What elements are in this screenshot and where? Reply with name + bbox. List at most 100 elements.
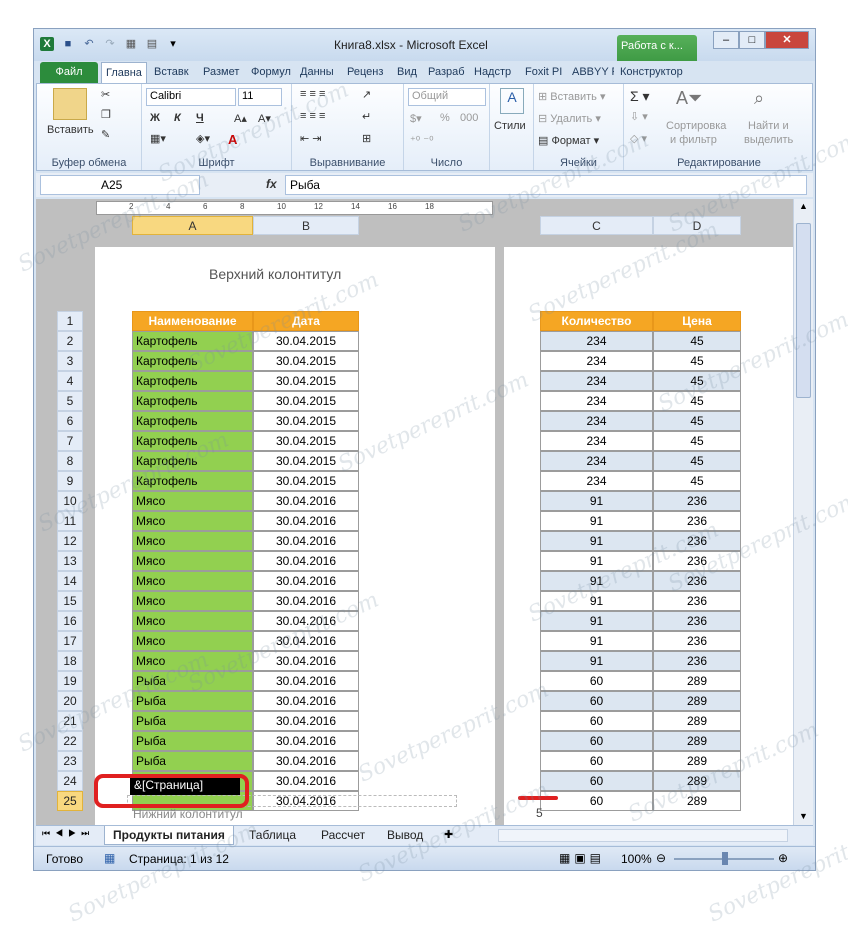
zoom-out-icon[interactable]: ⊖ (656, 851, 666, 865)
horizontal-scrollbar[interactable] (498, 829, 788, 842)
decimal-icon[interactable]: ⁺⁰ ⁻⁰ (410, 134, 434, 147)
table-cell[interactable]: Картофель (132, 351, 253, 371)
row-header[interactable]: 6 (57, 411, 83, 431)
insert-sheet-icon[interactable]: ✚ (444, 828, 453, 841)
row-header[interactable]: 24 (57, 771, 83, 791)
scroll-down-icon[interactable]: ▼ (796, 811, 811, 823)
table-icon[interactable]: ▦ (124, 37, 138, 51)
table-cell[interactable]: Мясо (132, 591, 253, 611)
table-cell[interactable]: 45 (653, 391, 741, 411)
table-cell[interactable]: Рыба (132, 711, 253, 731)
macro-record-icon[interactable]: ▦ (104, 851, 115, 865)
ribbon-tab-12[interactable]: ABBYY F (568, 62, 614, 83)
table-cell[interactable]: 236 (653, 651, 741, 671)
table-cell[interactable]: 60 (540, 671, 653, 691)
sheet-nav-icons[interactable]: ⏮◀▶⏭ (42, 828, 94, 839)
table-cell[interactable]: 289 (653, 751, 741, 771)
table-cell[interactable]: 30.04.2015 (253, 371, 359, 391)
table-cell[interactable]: 234 (540, 431, 653, 451)
row-header[interactable]: 21 (57, 711, 83, 731)
format-cells-button[interactable]: ▤ Формат ▾ (538, 134, 599, 147)
ribbon-tab-9[interactable]: Разраб (424, 62, 468, 83)
table-cell[interactable]: 289 (653, 771, 741, 791)
table-cell[interactable]: 234 (540, 371, 653, 391)
table-cell[interactable]: Рыба (132, 731, 253, 751)
row-header[interactable]: 1 (57, 311, 83, 331)
table-cell[interactable]: Мясо (132, 551, 253, 571)
table-cell[interactable]: 91 (540, 591, 653, 611)
styles-button[interactable]: Стили (494, 120, 526, 132)
wrap-text-icon[interactable]: ↵ (362, 110, 371, 123)
row-header[interactable]: 9 (57, 471, 83, 491)
table-cell[interactable]: 236 (653, 591, 741, 611)
font-shrink-icon[interactable]: A▾ (258, 112, 271, 125)
ribbon-tab-11[interactable]: Foxit PI (521, 62, 566, 83)
row-header[interactable]: 3 (57, 351, 83, 371)
table-header-cell[interactable]: Наименование (132, 311, 253, 331)
sort-filter-button-line2[interactable]: и фильтр (670, 134, 717, 146)
table-cell[interactable]: 60 (540, 751, 653, 771)
table-cell[interactable]: 91 (540, 651, 653, 671)
table-cell[interactable]: Мясо (132, 571, 253, 591)
orientation-icon[interactable]: ↗ (362, 88, 371, 101)
sheet-tab[interactable]: Рассчет (313, 826, 373, 845)
table-cell[interactable]: 91 (540, 631, 653, 651)
table-cell[interactable]: 30.04.2015 (253, 351, 359, 371)
thousands-button[interactable]: 000 (460, 112, 478, 124)
sum-icon[interactable]: Σ ▾ (630, 88, 650, 105)
table-cell[interactable]: Мясо (132, 651, 253, 671)
merge-icon[interactable]: ⊞ (362, 132, 371, 145)
table-cell[interactable]: 236 (653, 611, 741, 631)
paste-icon[interactable] (53, 88, 87, 120)
font-color-icon[interactable]: A (228, 132, 237, 147)
table-cell[interactable]: 234 (540, 411, 653, 431)
zoom-in-icon[interactable]: ⊕ (778, 851, 788, 865)
ribbon-tab-3[interactable]: Вставк (150, 62, 197, 83)
find-select-button-line2[interactable]: выделить (744, 134, 793, 146)
scroll-thumb[interactable] (796, 223, 811, 398)
row-header[interactable]: 16 (57, 611, 83, 631)
column-header[interactable]: B (253, 216, 359, 235)
name-box[interactable]: A25 (40, 175, 200, 195)
table-cell[interactable]: Картофель (132, 391, 253, 411)
table-cell[interactable]: 45 (653, 451, 741, 471)
fx-button[interactable]: fx (266, 177, 277, 191)
row-header[interactable]: 18 (57, 651, 83, 671)
table-cell[interactable]: Рыба (132, 691, 253, 711)
table-cell[interactable]: Мясо (132, 531, 253, 551)
table-cell[interactable]: 30.04.2016 (253, 711, 359, 731)
vertical-scrollbar[interactable]: ▲ ▼ (793, 199, 813, 825)
row-header[interactable]: 12 (57, 531, 83, 551)
table-cell[interactable]: 234 (540, 391, 653, 411)
insert-cells-button[interactable]: ⊞ Вставить ▾ (538, 90, 606, 103)
table-cell[interactable]: 234 (540, 351, 653, 371)
table-cell[interactable]: Мясо (132, 491, 253, 511)
table-cell[interactable]: Рыба (132, 671, 253, 691)
table-cell[interactable]: 30.04.2015 (253, 331, 359, 351)
bold-button[interactable]: Ж (150, 112, 160, 124)
fill-icon[interactable]: ⇩ ▾ (630, 110, 648, 123)
table-cell[interactable]: Картофель (132, 431, 253, 451)
row-header[interactable]: 10 (57, 491, 83, 511)
minimize-button[interactable]: – (713, 31, 739, 49)
sheet-tab[interactable]: Таблица (241, 826, 304, 845)
table-cell[interactable]: 30.04.2015 (253, 391, 359, 411)
table-cell[interactable]: 30.04.2016 (253, 671, 359, 691)
ribbon-tab-13[interactable]: Конструктор (616, 62, 694, 83)
view-buttons-icon[interactable]: ▦▣▤ (559, 851, 605, 865)
table-cell[interactable]: 234 (540, 451, 653, 471)
sheet-tab[interactable]: Продукты питания (104, 826, 234, 845)
column-header[interactable]: D (653, 216, 741, 235)
row-header[interactable]: 22 (57, 731, 83, 751)
row-header[interactable]: 19 (57, 671, 83, 691)
table-cell[interactable]: 234 (540, 471, 653, 491)
currency-icon[interactable]: $▾ (410, 112, 422, 125)
copy-icon[interactable]: ❐ (101, 108, 111, 121)
table-cell[interactable]: 289 (653, 711, 741, 731)
table-cell[interactable]: 91 (540, 511, 653, 531)
ribbon-tab-8[interactable]: Вид (393, 62, 422, 83)
table-cell[interactable]: 30.04.2016 (253, 771, 359, 791)
table-cell[interactable]: 30.04.2016 (253, 571, 359, 591)
table-cell[interactable]: 60 (540, 711, 653, 731)
maximize-button[interactable]: □ (739, 31, 765, 49)
